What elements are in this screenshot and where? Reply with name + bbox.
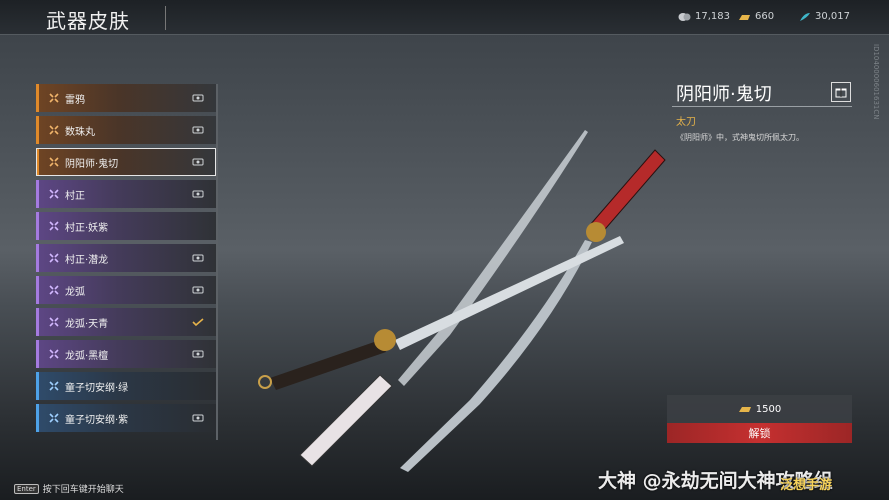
rarity-icon	[49, 317, 59, 327]
skin-list-item-label: 村正	[65, 190, 85, 202]
currency-gold: 660	[738, 11, 774, 22]
watermark-logo: 大神	[598, 470, 637, 492]
watermark-corner: 泛想手游	[780, 478, 833, 493]
rarity-icon	[49, 381, 59, 391]
skin-list-item-label: 童子切安纲·绿	[65, 382, 129, 394]
skin-id-text: ID1040000601631CN	[872, 44, 880, 120]
gold-bar-icon	[739, 14, 750, 20]
preview-eye-icon[interactable]	[192, 286, 204, 294]
skin-list-item-label: 童子切安纲·紫	[65, 414, 129, 426]
rarity-icon	[49, 157, 59, 167]
rarity-icon	[49, 253, 59, 263]
preview-eye-icon[interactable]	[192, 158, 204, 166]
chat-hint-text: 按下回车键开始聊天	[42, 485, 124, 495]
page-title: 武器皮肤	[46, 9, 130, 33]
skin-list-item[interactable]: 童子切安纲·紫	[36, 404, 216, 432]
skin-title: 阴阳师·鬼切	[676, 84, 772, 105]
gold-bar-icon	[738, 407, 751, 412]
currency-feather-value: 30,017	[815, 11, 850, 22]
unlock-button[interactable]: 解锁	[667, 423, 852, 443]
preview-eye-icon[interactable]	[192, 126, 204, 134]
price-value: 1500	[755, 403, 782, 415]
skin-list-item-label: 阴阳师·鬼切	[65, 158, 119, 170]
coin-icon	[678, 12, 691, 21]
currency-silver-value: 17,183	[695, 11, 730, 22]
rarity-icon	[49, 93, 59, 103]
skin-list-item-label: 雷鸦	[65, 94, 85, 106]
skin-list-item-label: 村正·潜龙	[65, 254, 109, 266]
weapon-type: 太刀	[676, 117, 696, 128]
skin-list-item[interactable]: 雷鸦	[36, 84, 216, 112]
preview-eye-icon[interactable]	[192, 350, 204, 358]
rarity-icon	[49, 349, 59, 359]
skin-list-item[interactable]: 村正·妖紫	[36, 212, 216, 240]
price-display: 1500	[667, 395, 852, 423]
preview-eye-icon[interactable]	[192, 94, 204, 102]
chat-hint: Enter 按下回车键开始聊天	[14, 482, 124, 495]
skin-list-item[interactable]: 龙弧·黑檀	[36, 340, 216, 368]
skin-list-item[interactable]: 龙弧	[36, 276, 216, 304]
rarity-icon	[49, 221, 59, 231]
skin-list-item-label: 数珠丸	[65, 126, 95, 138]
skin-list-item-label: 龙弧	[65, 286, 85, 298]
gift-button[interactable]	[831, 82, 851, 102]
skin-list-scrollbar[interactable]	[216, 84, 218, 440]
gift-icon	[835, 88, 847, 98]
rarity-icon	[49, 285, 59, 295]
skin-list-item[interactable]: 村正·潜龙	[36, 244, 216, 272]
currency-feather: 30,017	[798, 11, 850, 22]
preview-eye-icon[interactable]	[192, 414, 204, 422]
preview-eye-icon[interactable]	[192, 254, 204, 262]
feather-icon	[800, 12, 810, 21]
currency-silver: 17,183	[678, 11, 730, 22]
rarity-icon	[49, 413, 59, 423]
equipped-check-icon	[192, 318, 204, 326]
skin-list-item[interactable]: 村正	[36, 180, 216, 208]
skin-list: 雷鸦数珠丸阴阳师·鬼切 村正村正·妖紫村正·潜龙龙弧龙弧·天青龙弧·黑檀童子切安纲…	[36, 84, 216, 436]
skin-list-item[interactable]: 龙弧·天青	[36, 308, 216, 336]
skin-list-item[interactable]: 童子切安纲·绿	[36, 372, 216, 400]
rarity-icon	[49, 125, 59, 135]
top-bar: 武器皮肤 17,183 660 30,017	[0, 0, 889, 35]
currency-gold-value: 660	[755, 11, 775, 22]
skin-list-item-label: 龙弧·黑檀	[65, 350, 109, 362]
title-divider	[165, 6, 166, 30]
skin-list-item[interactable]: 数珠丸	[36, 116, 216, 144]
skin-list-item-label: 村正·妖紫	[65, 222, 109, 234]
title-underline	[672, 106, 852, 107]
rarity-icon	[49, 189, 59, 199]
skin-list-item[interactable]: 阴阳师·鬼切	[36, 148, 216, 176]
preview-eye-icon[interactable]	[192, 190, 204, 198]
enter-key-badge: Enter	[14, 483, 39, 494]
skin-description: 《阴阳师》中，式神鬼切所佩太刀。	[676, 133, 804, 142]
skin-list-item-label: 龙弧·天青	[65, 318, 109, 330]
